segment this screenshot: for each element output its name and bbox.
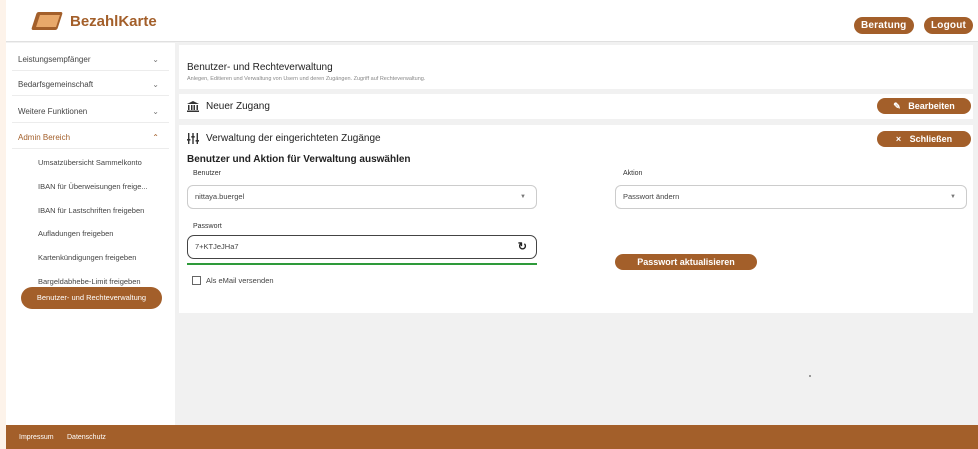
close-icon: × (895, 134, 902, 144)
sidebar-item-label: Bedarfsgemeinschaft (18, 80, 94, 89)
sliders-icon (187, 133, 199, 144)
impressum-link[interactable]: Impressum (19, 434, 54, 441)
app-window: BezahlKarte Beratung Logout Leistungsemp… (6, 0, 978, 449)
sidebar-item-label: Leistungsempfänger (18, 55, 91, 64)
page-title: Benutzer- und Rechteverwaltung (187, 62, 333, 73)
chevron-down-icon: ⌄ (152, 107, 159, 116)
passwort-input[interactable]: 7+KTJeJHa7 ↻ (187, 235, 537, 259)
email-checkbox-label: Als eMail versenden (206, 276, 274, 285)
bearbeiten-label: Bearbeiten (908, 101, 955, 111)
app-logo[interactable]: BezahlKarte (31, 12, 157, 30)
neuer-zugang-card[interactable]: Neuer Zugang ✎ Bearbeiten (179, 94, 973, 119)
page-header-card: Benutzer- und Rechteverwaltung Anlegen, … (179, 45, 973, 89)
aktion-value: Passwort ändern (623, 192, 680, 201)
chevron-up-icon: ⌃ (152, 133, 159, 142)
sidebar-item-label: Weitere Funktionen (18, 107, 88, 116)
aktion-select[interactable]: Passwort ändern ▼ (615, 185, 967, 209)
sidebar: Leistungsempfänger ⌄ Bedarfsgemeinschaft… (6, 43, 175, 425)
password-strength-bar (187, 263, 537, 265)
sidebar-subitem-umsatzuebersicht[interactable]: Umsatzübersicht Sammelkonto (38, 158, 142, 167)
footer: Impressum Datenschutz (6, 425, 978, 449)
sidebar-item-bedarfsgemeinschaft[interactable]: Bedarfsgemeinschaft ⌄ (12, 74, 169, 96)
beratung-button[interactable]: Beratung (854, 17, 914, 34)
verwaltung-title: Verwaltung der eingerichteten Zugänge (206, 133, 381, 144)
refresh-icon[interactable]: ↻ (518, 236, 527, 258)
datenschutz-link[interactable]: Datenschutz (67, 434, 106, 441)
top-bar: BezahlKarte Beratung Logout (6, 0, 978, 42)
bearbeiten-button[interactable]: ✎ Bearbeiten (877, 98, 971, 114)
benutzer-value: nittaya.buergel (195, 192, 245, 201)
bank-icon (187, 101, 199, 112)
dropdown-arrow-icon: ▼ (950, 194, 956, 200)
dropdown-arrow-icon: ▼ (520, 194, 526, 200)
benutzer-select[interactable]: nittaya.buergel ▼ (187, 185, 537, 209)
sidebar-subitem-aufladungen[interactable]: Aufladungen freigeben (38, 229, 113, 238)
stray-dot (809, 375, 811, 377)
email-checkbox[interactable] (192, 276, 201, 285)
chevron-down-icon: ⌄ (152, 80, 159, 89)
page-subtitle: Anlegen, Editieren und Verwaltung von Us… (187, 76, 426, 82)
app-name: BezahlKarte (70, 12, 157, 30)
sidebar-subitem-iban-ueberweisungen[interactable]: IBAN für Überweisungen freige... (38, 182, 148, 191)
benutzer-label: Benutzer (193, 170, 222, 177)
sidebar-subitem-kartenkuendigungen[interactable]: Kartenkündigungen freigeben (38, 253, 136, 262)
verwaltung-card: Verwaltung der eingerichteten Zugänge × … (179, 125, 973, 313)
card-logo-icon (31, 12, 63, 30)
sidebar-item-weitere-funktionen[interactable]: Weitere Funktionen ⌄ (12, 101, 169, 123)
passwort-aktualisieren-button[interactable]: Passwort aktualisieren (615, 254, 757, 270)
sidebar-subitem-iban-lastschriften[interactable]: IBAN für Lastschriften freigeben (38, 206, 144, 215)
sidebar-item-leistungsempfaenger[interactable]: Leistungsempfänger ⌄ (12, 49, 169, 71)
sidebar-item-admin-bereich[interactable]: Admin Bereich ⌃ (12, 127, 169, 149)
sidebar-subitem-benutzerverwaltung[interactable]: Benutzer- und Rechteverwaltung (21, 287, 162, 309)
aktion-label: Aktion (623, 170, 643, 177)
schliessen-button[interactable]: × Schließen (877, 131, 971, 147)
chevron-down-icon: ⌄ (152, 55, 159, 64)
section-title: Benutzer und Aktion für Verwaltung auswä… (187, 154, 411, 165)
logout-button[interactable]: Logout (924, 17, 974, 34)
sidebar-subitem-bargeldabhebe-limit[interactable]: Bargeldabhebe-Limit freigeben (38, 277, 141, 286)
main-content: Benutzer- und Rechteverwaltung Anlegen, … (179, 45, 975, 425)
neuer-zugang-title: Neuer Zugang (206, 101, 270, 112)
sidebar-item-label: Admin Bereich (18, 133, 71, 142)
passwort-label: Passwort (193, 223, 222, 230)
schliessen-label: Schließen (909, 134, 953, 144)
passwort-value: 7+KTJeJHa7 (195, 242, 239, 251)
pencil-icon: ✎ (893, 101, 901, 111)
